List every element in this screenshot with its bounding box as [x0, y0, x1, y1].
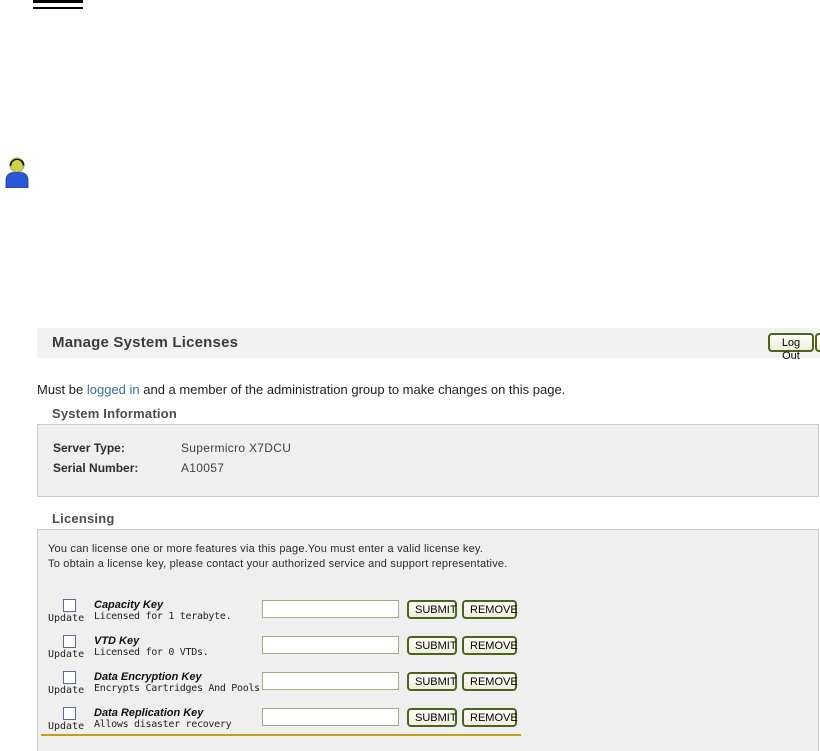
key-name: VTD Key — [94, 633, 262, 647]
vtd-key-input[interactable] — [262, 636, 399, 654]
key-name: Capacity Key — [94, 597, 262, 611]
user-icon[interactable] — [3, 154, 31, 188]
licensing-intro: You can license one or more features via… — [48, 542, 507, 572]
menu-line-bottom — [33, 7, 83, 9]
licensing-intro-line2: To obtain a license key, please contact … — [48, 557, 507, 572]
license-row-data-encryption-key: Update Data Encryption Key Encrypts Cart… — [48, 669, 522, 705]
serial-number-value: A10057 — [181, 461, 224, 475]
data-replication-key-update-checkbox[interactable] — [63, 707, 76, 720]
system-information-heading: System Information — [52, 406, 177, 421]
system-information-panel: Server Type: Supermicro X7DCU Serial Num… — [37, 424, 819, 497]
capacity-key-remove-button[interactable]: REMOVE — [462, 600, 517, 619]
serial-number-label: Serial Number: — [53, 461, 181, 475]
menu-lines-icon — [33, 0, 83, 10]
page: Manage System Licenses Log Out Must be l… — [0, 0, 820, 751]
data-replication-key-input[interactable] — [262, 708, 399, 726]
key-description: Licensed for 0 VTDs. — [94, 647, 262, 658]
capacity-key-submit-button[interactable]: SUBMIT — [407, 600, 457, 619]
key-info: Capacity Key Licensed for 1 terabyte. — [94, 597, 262, 622]
key-name: Data Encryption Key — [94, 669, 262, 683]
key-input-cell — [262, 705, 407, 726]
title-bar: Manage System Licenses Log Out — [37, 328, 820, 358]
update-cell: Update — [48, 633, 94, 669]
licensing-panel: You can license one or more features via… — [37, 529, 819, 751]
system-information-fields: Server Type: Supermicro X7DCU Serial Num… — [53, 438, 291, 478]
menu-line-top — [33, 0, 83, 3]
server-type-label: Server Type: — [53, 441, 181, 455]
data-encryption-key-remove-button[interactable]: REMOVE — [462, 672, 517, 691]
key-input-cell — [262, 669, 407, 690]
notice-prefix: Must be — [37, 382, 87, 397]
update-label: Update — [48, 613, 84, 624]
update-label: Update — [48, 721, 84, 732]
license-row-capacity-key: Update Capacity Key Licensed for 1 terab… — [48, 597, 522, 633]
update-label: Update — [48, 685, 84, 696]
page-title: Manage System Licenses — [52, 334, 238, 351]
data-replication-key-remove-button[interactable]: REMOVE — [462, 708, 517, 727]
gold-divider — [41, 734, 521, 736]
key-info: Data Encryption Key Encrypts Cartridges … — [94, 669, 262, 694]
capacity-key-update-checkbox[interactable] — [63, 599, 76, 612]
key-name: Data Replication Key — [94, 705, 262, 719]
vtd-key-submit-button[interactable]: SUBMIT — [407, 636, 457, 655]
data-encryption-key-input[interactable] — [262, 672, 399, 690]
notice-suffix: and a member of the administration group… — [140, 382, 566, 397]
data-replication-key-submit-button[interactable]: SUBMIT — [407, 708, 457, 727]
licensing-heading: Licensing — [52, 511, 114, 526]
key-input-cell — [262, 597, 407, 618]
licensing-intro-line1: You can license one or more features via… — [48, 542, 507, 557]
key-description: Allows disaster recovery — [94, 719, 262, 730]
clipped-button[interactable] — [815, 333, 820, 352]
update-label: Update — [48, 649, 84, 660]
update-cell: Update — [48, 669, 94, 705]
log-out-button[interactable]: Log Out — [768, 333, 814, 352]
key-description: Encrypts Cartridges And Pools — [94, 683, 262, 694]
key-info: Data Replication Key Allows disaster rec… — [94, 705, 262, 730]
login-notice: Must be logged in and a member of the ad… — [37, 382, 797, 397]
logged-in-link[interactable]: logged in — [87, 382, 140, 397]
vtd-key-update-checkbox[interactable] — [63, 635, 76, 648]
license-rows: Update Capacity Key Licensed for 1 terab… — [48, 597, 522, 741]
vtd-key-remove-button[interactable]: REMOVE — [462, 636, 517, 655]
serial-number-row: Serial Number: A10057 — [53, 458, 291, 478]
key-description: Licensed for 1 terabyte. — [94, 611, 262, 622]
server-type-row: Server Type: Supermicro X7DCU — [53, 438, 291, 458]
data-encryption-key-update-checkbox[interactable] — [63, 671, 76, 684]
server-type-value: Supermicro X7DCU — [181, 441, 291, 455]
capacity-key-input[interactable] — [262, 600, 399, 618]
license-row-vtd-key: Update VTD Key Licensed for 0 VTDs. SUBM… — [48, 633, 522, 669]
key-info: VTD Key Licensed for 0 VTDs. — [94, 633, 262, 658]
key-input-cell — [262, 633, 407, 654]
data-encryption-key-submit-button[interactable]: SUBMIT — [407, 672, 457, 691]
update-cell: Update — [48, 597, 94, 633]
